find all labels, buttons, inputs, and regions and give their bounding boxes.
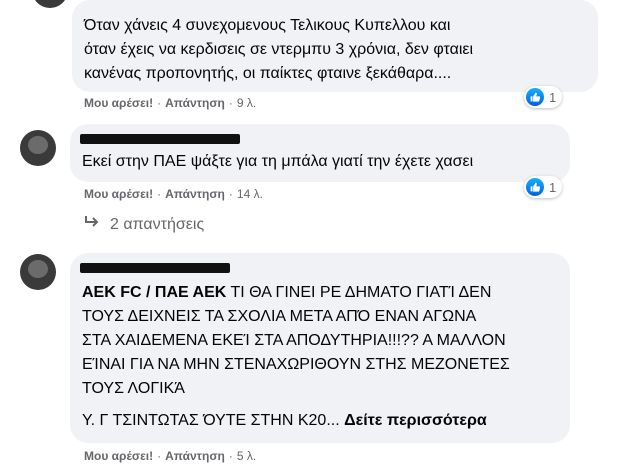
see-more-link[interactable]: Δείτε περισσότερα <box>344 412 487 429</box>
comment-bubble: ΑΕΚ FC / ΠΑΕ ΑΕΚ ΤΙ ΘΑ ΓΙΝΕΙ ΡΕ ΔΗΜΑΤΟ Γ… <box>70 253 570 443</box>
truncated-text: Υ. Γ ΤΣΙΝΤΩΤΑΣ ΌΥΤΕ ΣΤΗΝ Κ20... <box>82 412 340 429</box>
timestamp[interactable]: 5 λ. <box>237 449 256 463</box>
reaction-count[interactable]: 1 <box>524 86 563 108</box>
reaction-count[interactable]: 1 <box>524 176 563 198</box>
timestamp[interactable]: 14 λ. <box>237 187 263 201</box>
author-name-redacted <box>80 263 230 273</box>
comment-actions: Μου αρέσει! · Απάντηση · 5 λ. <box>84 449 256 463</box>
comment-bubble: Εκεί στην ΠΑΕ ψάξτε για τη μπάλα γιατί τ… <box>70 124 570 182</box>
comment-text: ΑΕΚ FC / ΠΑΕ ΑΕΚ ΤΙ ΘΑ ΓΙΝΕΙ ΡΕ ΔΗΜΑΤΟ Γ… <box>82 281 558 433</box>
reply-button[interactable]: Απάντηση <box>165 96 225 110</box>
thumbs-up-icon <box>526 88 544 106</box>
like-button[interactable]: Μου αρέσει! <box>84 96 153 110</box>
reply-button[interactable]: Απάντηση <box>165 449 225 463</box>
like-button[interactable]: Μου αρέσει! <box>84 449 153 463</box>
view-replies-button[interactable]: 2 απαντήσεις <box>84 215 204 234</box>
separator-dot: · <box>157 187 162 201</box>
comment-line: Όταν χάνεις 4 συνεχομενους Τελικους Κυπε… <box>84 17 451 34</box>
separator-dot: · <box>228 96 233 110</box>
timestamp[interactable]: 9 λ. <box>237 96 256 110</box>
reaction-count-value: 1 <box>549 179 557 195</box>
thumbs-up-icon <box>526 178 544 196</box>
comment-actions: Μου αρέσει! · Απάντηση · 9 λ. <box>84 96 256 110</box>
comment-text: Εκεί στην ΠΑΕ ψάξτε για τη μπάλα γιατί τ… <box>82 153 474 170</box>
replies-label: 2 απαντήσεις <box>110 215 205 233</box>
author-name-redacted <box>80 134 240 144</box>
separator-dot: · <box>157 96 162 110</box>
separator-dot: · <box>228 187 233 201</box>
comment-line-text: ΤΙ ΘΑ ΓΙΝΕΙ ΡΕ ΔΗΜΑΤΟ ΓΙΑΤΊ ΔΕΝ <box>226 284 492 301</box>
comment-text: Όταν χάνεις 4 συνεχομενους Τελικους Κυπε… <box>84 14 584 86</box>
comment-line: ΤΟΥΣ ΛΟΓΙΚΆ <box>82 380 185 397</box>
comment-line: ΣΤΑ ΧΑΙΔΕΜΕΝΑ ΕΚΕΊ ΣΤΑ ΑΠΟΔΥΤΗΡΙΑ!!!?? Α… <box>82 332 506 349</box>
comment-line: όταν έχεις να κερδισεις σε ντερμπυ 3 χρό… <box>84 41 474 58</box>
comment-actions: Μου αρέσει! · Απάντηση · 14 λ. <box>84 187 263 201</box>
reply-arrow-icon <box>84 215 100 234</box>
like-button[interactable]: Μου αρέσει! <box>84 187 153 201</box>
avatar[interactable] <box>20 130 56 166</box>
comment-bubble: Όταν χάνεις 4 συνεχομενους Τελικους Κυπε… <box>72 0 598 92</box>
comment-line: ΕΊΝΑΙ ΓΙΑ ΝΑ ΜΗΝ ΣΤΕΝΑΧΩΡΙΘΟΥΝ ΣΤΗΣ ΜΕΖΟ… <box>82 356 510 373</box>
comment-line: ΤΟΥΣ ΔΕΙΧΝΕΙΣ ΤΑ ΣΧΟΛΙΑ ΜΕΤΑ ΑΠΌ ΕΝΑΝ ΑΓ… <box>82 308 477 325</box>
reply-button[interactable]: Απάντηση <box>165 187 225 201</box>
tagged-page-link[interactable]: ΑΕΚ FC / ΠΑΕ ΑΕΚ <box>82 284 226 301</box>
avatar[interactable] <box>20 254 56 290</box>
separator-dot: · <box>157 449 162 463</box>
reaction-count-value: 1 <box>549 89 557 105</box>
avatar[interactable] <box>32 0 68 8</box>
comment-line: ΑΕΚ FC / ΠΑΕ ΑΕΚ ΤΙ ΘΑ ΓΙΝΕΙ ΡΕ ΔΗΜΑΤΟ Γ… <box>82 281 558 305</box>
comment-line: Υ. Γ ΤΣΙΝΤΩΤΑΣ ΌΥΤΕ ΣΤΗΝ Κ20... Δείτε πε… <box>82 409 558 433</box>
comment-line: κανένας προπονητής, οι παίκτες φταινε ξε… <box>84 65 452 82</box>
separator-dot: · <box>228 449 233 463</box>
